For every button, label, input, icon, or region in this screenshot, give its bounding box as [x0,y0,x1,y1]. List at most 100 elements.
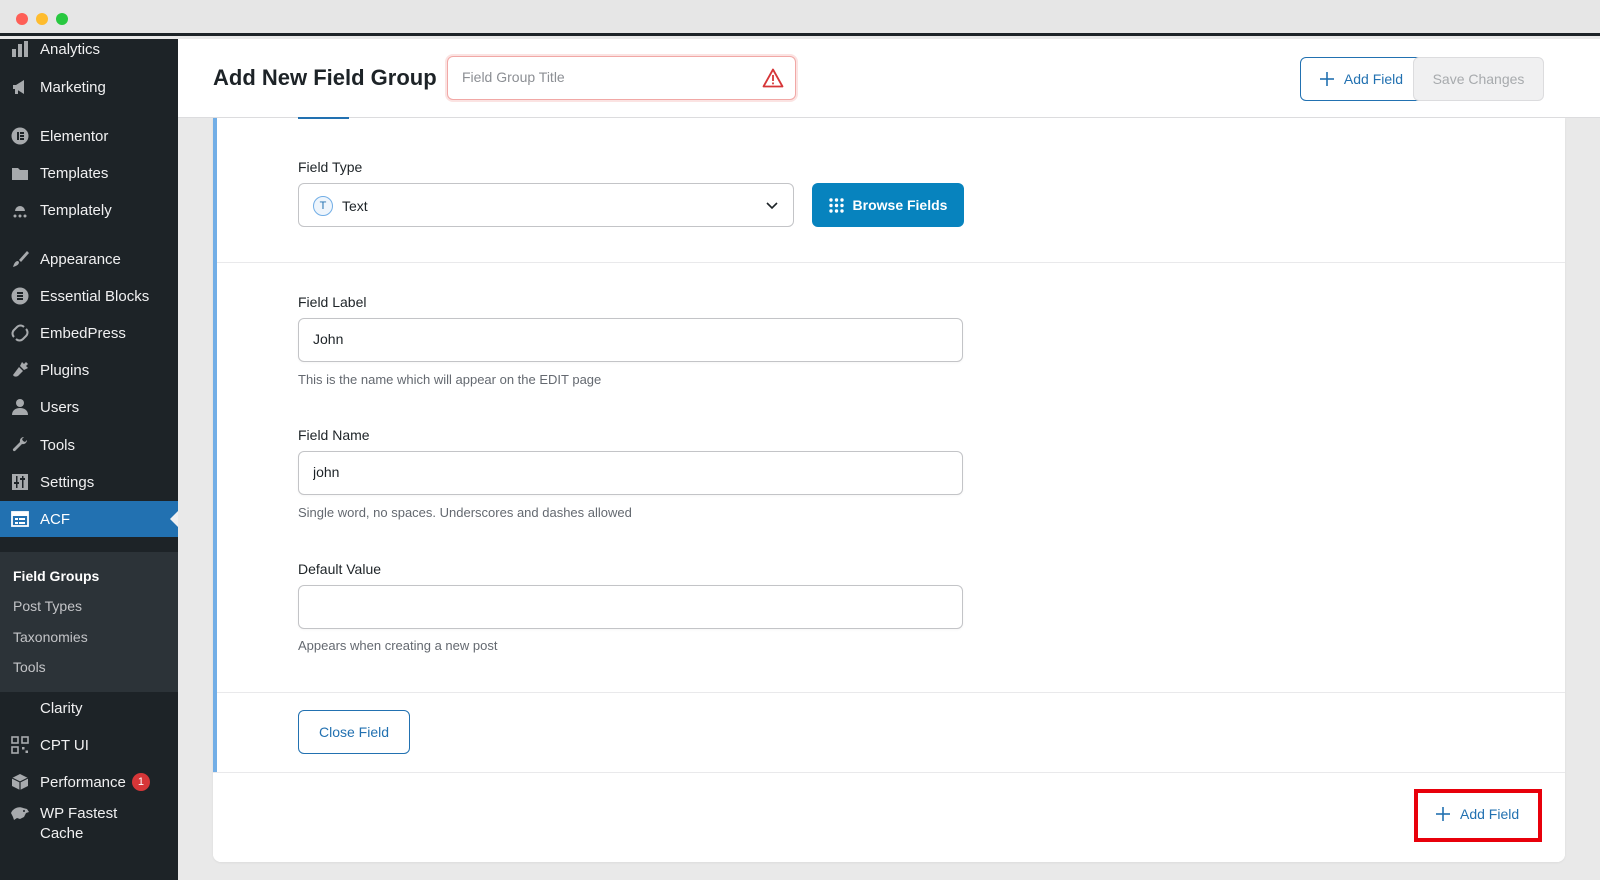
acf-submenu: Field Groups Post Types Taxonomies Tools [0,552,178,692]
close-field-label: Close Field [318,724,390,740]
sidebar-item-label: Performance [40,773,126,791]
field-type-value: Text [342,198,368,214]
sidebar-item-acf[interactable]: ACF [0,501,178,537]
sidebar-item-users[interactable]: Users [0,389,178,425]
grid-dots-icon [828,197,844,213]
sidebar-item-label: Essential Blocks [40,287,150,305]
default-value-label: Default Value [298,561,382,577]
sidebar-item-templates[interactable]: Templates [0,155,178,191]
sidebar-item-label: Users [40,398,80,416]
user-icon [10,397,30,417]
sidebar-item-analytics[interactable]: Analytics [0,31,178,67]
default-value-field[interactable] [298,585,963,629]
section-divider [217,692,1565,693]
sidebar-item-cpt-ui[interactable]: CPT UI [0,727,178,763]
close-window-button[interactable] [16,13,28,25]
field-name-label: Field Name [298,427,370,443]
page-title: Add New Field Group [213,65,437,90]
field-accent-bar [213,118,217,772]
minimize-window-button[interactable] [36,13,48,25]
admin-sidebar: Analytics Marketing Elementor Templates … [0,39,178,880]
sidebar-item-label: Tools [40,436,76,454]
sidebar-item-label: Clarity [40,699,83,717]
footer-add-field-button[interactable]: Add Field [1436,806,1519,822]
sidebar-item-settings[interactable]: Settings [0,464,178,500]
save-changes-button[interactable]: Save Changes [1413,57,1544,101]
field-label-input[interactable] [313,331,933,347]
embedpress-icon [10,323,30,343]
field-list-footer [213,772,1565,862]
sidebar-item-label: Appearance [40,250,121,268]
folder-icon [10,163,30,183]
field-name-field[interactable] [298,451,963,495]
plus-icon [1436,807,1450,821]
warning-icon [762,68,784,93]
sidebar-item-wp-fastest-cache[interactable]: WP Fastest Cache [0,804,178,848]
cheetah-icon [10,804,30,824]
sidebar-item-label: CPT UI [40,736,89,754]
sidebar-item-clarity[interactable]: Clarity [0,690,178,726]
sidebar-item-label-line2: Cache [40,825,84,842]
submenu-item-tools[interactable]: Tools [13,659,46,675]
sliders-icon [10,472,30,492]
sidebar-item-appearance[interactable]: Appearance [0,241,178,277]
close-field-button[interactable]: Close Field [298,710,410,754]
window-titlebar [0,0,1600,36]
submenu-item-post-types[interactable]: Post Types [13,598,82,614]
field-name-help: Single word, no spaces. Underscores and … [298,505,632,520]
acf-icon [10,509,30,529]
page-header: Add New Field Group Add Field Save Chang… [178,39,1600,118]
sidebar-item-label: EmbedPress [40,324,126,342]
sidebar-item-tools[interactable]: Tools [0,427,178,463]
default-value-input[interactable] [313,598,933,614]
sidebar-item-elementor[interactable]: Elementor [0,118,178,154]
maximize-window-button[interactable] [56,13,68,25]
sidebar-item-label: Analytics [40,40,101,58]
sidebar-item-performance[interactable]: Performance 1 [0,764,178,800]
notification-badge: 1 [131,773,150,791]
sidebar-item-label: Marketing [40,78,106,96]
field-type-label: Field Type [298,159,363,175]
field-type-select[interactable]: T Text [298,183,794,227]
bar-chart-icon [10,39,30,59]
sidebar-item-templately[interactable]: Templately [0,192,178,228]
submenu-item-taxonomies[interactable]: Taxonomies [13,629,88,645]
sidebar-item-marketing[interactable]: Marketing [0,69,178,105]
field-name-input[interactable] [313,464,933,480]
section-divider [217,262,1565,263]
chevron-down-icon [765,199,779,218]
browse-fields-button[interactable]: Browse Fields [812,183,964,227]
field-label-help: This is the name which will appear on th… [298,372,602,387]
sidebar-item-label: Templately [40,201,112,219]
save-changes-label: Save Changes [1432,71,1525,87]
sidebar-item-label: ACF [40,510,70,528]
templately-icon [10,200,30,220]
plus-icon [1319,72,1334,86]
sidebar-item-essential-blocks[interactable]: Essential Blocks [0,278,178,314]
paintbrush-icon [10,249,30,269]
sidebar-item-label: Settings [40,473,95,491]
sidebar-item-label: Elementor [40,127,109,145]
add-field-label: Add Field [1343,71,1404,87]
header-add-field-button[interactable]: Add Field [1300,57,1423,101]
megaphone-icon [10,77,30,97]
submenu-item-field-groups[interactable]: Field Groups [13,568,99,584]
sidebar-item-label: Templates [40,164,109,182]
add-field-label: Add Field [1460,806,1520,822]
field-group-title-input[interactable] [462,69,752,85]
wrench-icon [10,435,30,455]
sidebar-item-plugins[interactable]: Plugins [0,352,178,388]
essential-blocks-icon [10,286,30,306]
text-type-icon: T [313,196,333,216]
field-label-field[interactable] [298,318,963,362]
field-label-label: Field Label [298,294,367,310]
browse-fields-label: Browse Fields [852,197,948,213]
sidebar-item-label: Plugins [40,361,90,379]
active-indicator [170,511,178,527]
field-group-title-field[interactable] [447,56,796,100]
performance-icon [10,772,30,792]
elementor-icon [10,126,30,146]
sidebar-item-embedpress[interactable]: EmbedPress [0,315,178,351]
default-value-help: Appears when creating a new post [298,638,498,653]
active-tab-indicator [298,117,349,119]
